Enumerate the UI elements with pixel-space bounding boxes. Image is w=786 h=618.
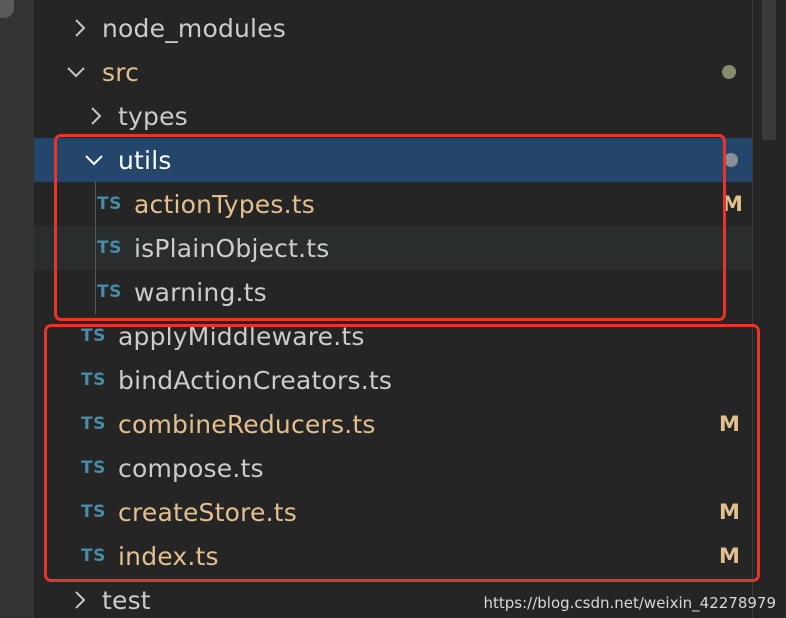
explorer-screen: node_modules src types utils TS actionTy… — [0, 0, 786, 618]
activity-bar — [0, 0, 34, 618]
folder-types[interactable]: types — [34, 94, 752, 138]
modified-dot-icon — [724, 153, 738, 167]
annotation-box-src-files — [44, 324, 760, 582]
chevron-down-icon — [66, 62, 86, 82]
activity-bar-edge — [0, 0, 14, 18]
folder-label: src — [102, 57, 140, 87]
chevron-right-icon — [86, 106, 106, 126]
folder-label: test — [102, 585, 151, 615]
chevron-right-icon — [70, 18, 90, 38]
chevron-right-icon — [70, 590, 90, 610]
annotation-box-utils — [54, 134, 726, 321]
scrollbar-thumb[interactable] — [762, 0, 776, 140]
modified-dot-icon — [722, 65, 736, 79]
folder-src[interactable]: src — [34, 50, 752, 94]
folder-node-modules[interactable]: node_modules — [34, 6, 752, 50]
watermark: https://blog.csdn.net/weixin_42278979 — [483, 594, 776, 612]
folder-label: node_modules — [102, 13, 287, 43]
folder-label: types — [118, 101, 188, 131]
